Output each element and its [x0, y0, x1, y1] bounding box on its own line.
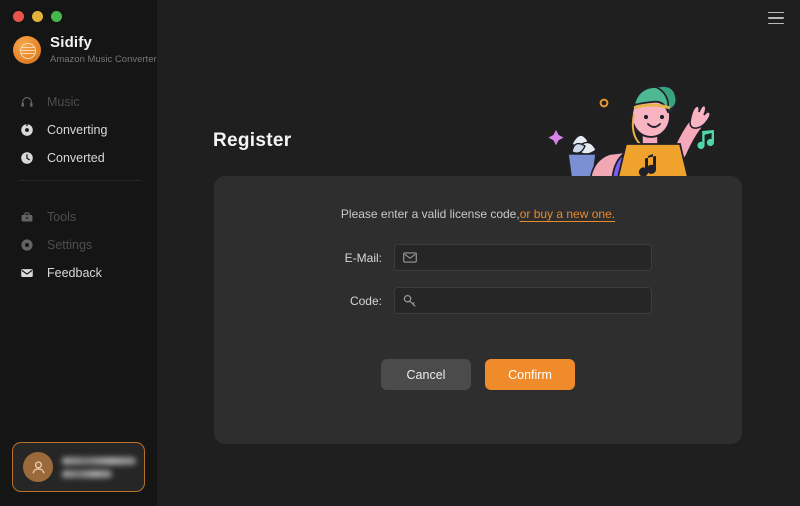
email-field-row: E-Mail: — [214, 244, 742, 271]
sidebar-item-label: Settings — [47, 238, 93, 252]
account-card[interactable] — [12, 442, 145, 492]
code-input[interactable] — [425, 293, 643, 308]
sidebar-item-tools[interactable]: Tools — [0, 203, 157, 231]
close-window-button[interactable] — [13, 11, 24, 22]
sidebar-item-settings[interactable]: Settings — [0, 231, 157, 259]
clock-icon — [19, 151, 34, 166]
convert-circle-icon — [19, 123, 34, 138]
buy-license-link[interactable]: or buy a new one. — [520, 207, 615, 221]
account-text — [62, 456, 136, 478]
sidebar-divider — [19, 180, 141, 181]
key-icon — [403, 294, 418, 308]
gear-icon — [19, 238, 34, 253]
sidebar: Sidify Amazon Music Converter Music Conv… — [0, 0, 157, 506]
main-content: Register Please enter a valid license co… — [157, 0, 800, 506]
sidebar-item-converted[interactable]: Converted — [0, 144, 157, 172]
sidebar-item-feedback[interactable]: Feedback — [0, 259, 157, 287]
brand: Sidify Amazon Music Converter — [0, 22, 157, 66]
code-input-wrapper[interactable] — [394, 287, 652, 314]
license-hint-text: Please enter a valid license code, — [340, 207, 520, 221]
app-window: Sidify Amazon Music Converter Music Conv… — [0, 0, 800, 506]
maximize-window-button[interactable] — [51, 11, 62, 22]
brand-subtitle: Amazon Music Converter — [50, 54, 157, 65]
code-field-row: Code: — [214, 287, 742, 314]
account-name — [62, 456, 136, 465]
brand-name: Sidify — [50, 34, 93, 51]
person-waving-with-laptop-illustration — [542, 78, 742, 187]
sidebar-item-label: Tools — [47, 210, 77, 224]
envelope-icon — [19, 266, 34, 281]
page-title: Register — [213, 130, 292, 151]
email-label: E-Mail: — [344, 250, 382, 265]
headphones-icon — [19, 95, 34, 110]
sidebar-item-label: Feedback — [47, 266, 102, 280]
confirm-button[interactable]: Confirm — [485, 359, 575, 390]
card-actions: Cancel Confirm — [214, 359, 742, 390]
register-card: Please enter a valid license code,or buy… — [214, 176, 742, 444]
license-hint: Please enter a valid license code,or buy… — [214, 207, 742, 221]
sidebar-item-label: Converting — [47, 123, 108, 137]
user-avatar-icon — [23, 452, 53, 482]
email-input-wrapper[interactable] — [394, 244, 652, 271]
sidebar-item-converting[interactable]: Converting — [0, 116, 157, 144]
sidebar-item-label: Converted — [47, 151, 105, 165]
sidebar-nav: Music Converting Converted Tools Setting… — [0, 88, 157, 287]
account-detail — [62, 469, 112, 478]
minimize-window-button[interactable] — [32, 11, 43, 22]
cancel-button[interactable]: Cancel — [381, 359, 471, 390]
code-label: Code: — [349, 293, 382, 308]
sidify-logo-icon — [13, 36, 41, 64]
toolbox-icon — [19, 210, 34, 225]
hamburger-menu-icon[interactable] — [766, 9, 786, 27]
envelope-icon — [403, 252, 418, 263]
window-controls — [0, 0, 157, 22]
email-input[interactable] — [425, 250, 643, 265]
sidebar-item-music[interactable]: Music — [0, 88, 157, 116]
sidebar-item-label: Music — [47, 95, 80, 109]
